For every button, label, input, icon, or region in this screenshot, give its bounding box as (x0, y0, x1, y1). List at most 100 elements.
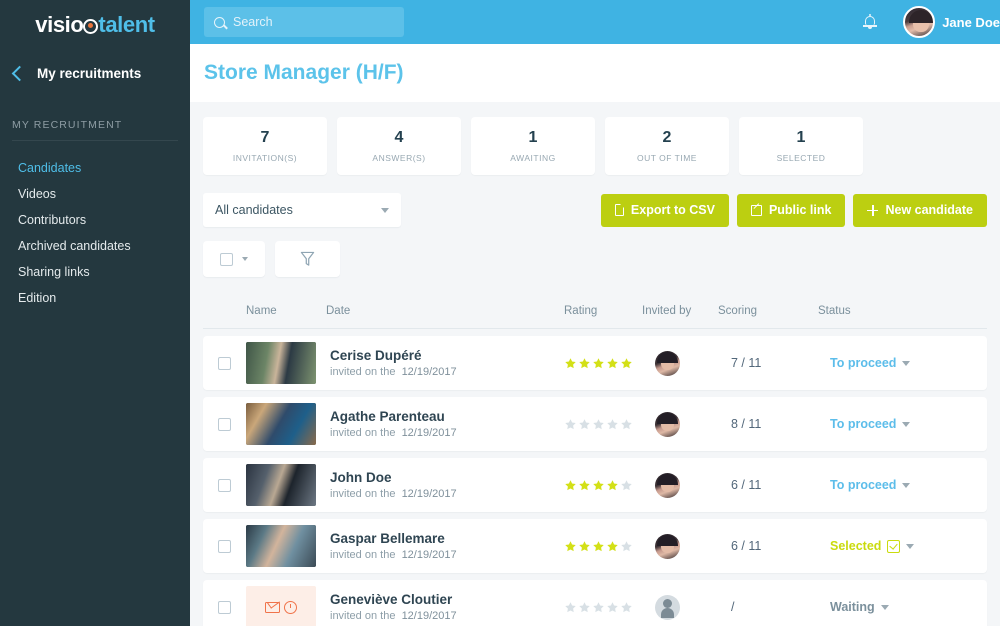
star-icon[interactable] (620, 357, 633, 370)
status-label: To proceed (830, 417, 897, 431)
star-icon[interactable] (578, 418, 591, 431)
row-thumbnail-cell (246, 464, 326, 506)
app-logo[interactable]: visio talent (0, 0, 190, 44)
candidate-invited-date: invited on the 12/19/2017 (330, 366, 457, 378)
table-row[interactable]: Agathe Parenteau invited on the 12/19/201… (203, 397, 987, 451)
star-icon[interactable] (620, 479, 633, 492)
candidate-rating[interactable] (564, 418, 642, 431)
candidate-invited-date: invited on the 12/19/2017 (330, 610, 457, 622)
stats-row: 7 INVITATION(S) 4 ANSWER(S) 1 AWAITING 2… (203, 117, 987, 175)
export-to-csv-button[interactable]: Export to CSV (600, 193, 729, 227)
select-all-dropdown[interactable] (203, 241, 265, 277)
star-icon[interactable] (564, 540, 577, 553)
chevron-down-icon (242, 257, 248, 261)
row-checkbox[interactable] (218, 478, 231, 492)
star-icon[interactable] (578, 479, 591, 492)
candidates-filter-select[interactable]: All candidates (203, 193, 401, 227)
sidebar-item-contributors[interactable]: Contributors (0, 207, 190, 233)
stat-card-out-of-time[interactable]: 2 OUT OF TIME (605, 117, 729, 175)
stat-card-selected[interactable]: 1 SELECTED (739, 117, 863, 175)
candidate-status-dropdown[interactable]: Selected (818, 539, 968, 553)
candidate-rating[interactable] (564, 479, 642, 492)
row-checkbox[interactable] (218, 356, 231, 370)
action-buttons: Export to CSV Public link New candidate (600, 193, 987, 227)
row-checkbox[interactable] (218, 539, 231, 553)
public-link-button[interactable]: Public link (736, 193, 846, 227)
star-icon[interactable] (578, 540, 591, 553)
star-icon[interactable] (606, 540, 619, 553)
topbar-right: Jane Doe (863, 0, 1000, 44)
star-icon[interactable] (564, 418, 577, 431)
candidate-pending-invite-icon (246, 586, 316, 626)
candidate-invited-by (642, 472, 718, 498)
chevron-down-icon (906, 543, 915, 549)
star-icon[interactable] (606, 601, 619, 614)
candidate-video-thumbnail[interactable] (246, 525, 316, 567)
star-icon[interactable] (564, 601, 577, 614)
search-placeholder: Search (233, 15, 273, 29)
row-checkbox-cell (203, 539, 246, 553)
select-all-checkbox[interactable] (220, 252, 233, 266)
search-input[interactable]: Search (204, 7, 404, 37)
star-icon[interactable] (578, 357, 591, 370)
sidebar-item-candidates[interactable]: Candidates (0, 155, 190, 181)
star-icon[interactable] (564, 357, 577, 370)
candidate-rating[interactable] (564, 357, 642, 370)
sidebar-item-sharing-links[interactable]: Sharing links (0, 259, 190, 285)
row-thumbnail-cell (246, 586, 326, 626)
table-row[interactable]: Gaspar Bellemare invited on the 12/19/201… (203, 519, 987, 573)
row-checkbox[interactable] (218, 417, 231, 431)
stat-label: OUT OF TIME (637, 152, 697, 163)
search-icon (214, 16, 225, 28)
new-candidate-button[interactable]: New candidate (853, 193, 987, 227)
sidebar-item-edition[interactable]: Edition (0, 285, 190, 311)
candidate-status-dropdown[interactable]: To proceed (818, 356, 968, 370)
candidate-status-dropdown[interactable]: To proceed (818, 478, 968, 492)
star-icon[interactable] (592, 479, 605, 492)
sidebar-item-videos[interactable]: Videos (0, 181, 190, 207)
table-row[interactable]: Cerise Dupéré invited on the 12/19/2017 7 … (203, 336, 987, 390)
stat-card-awaiting[interactable]: 1 AWAITING (471, 117, 595, 175)
star-icon[interactable] (592, 418, 605, 431)
logo-text-primary: visio (35, 12, 84, 37)
star-icon[interactable] (564, 479, 577, 492)
star-icon[interactable] (592, 357, 605, 370)
plus-icon (867, 204, 879, 216)
status-label: Selected (830, 539, 882, 553)
star-icon[interactable] (606, 479, 619, 492)
stat-value: 7 (260, 129, 270, 147)
envelope-icon (265, 601, 280, 613)
star-icon[interactable] (620, 418, 633, 431)
header-name: Name (246, 304, 277, 317)
user-menu[interactable]: Jane Doe (903, 6, 1000, 38)
filter-button[interactable] (275, 241, 340, 277)
star-icon[interactable] (620, 601, 633, 614)
candidate-video-thumbnail[interactable] (246, 342, 316, 384)
candidate-video-thumbnail[interactable] (246, 464, 316, 506)
table-row[interactable]: John Doe invited on the 12/19/2017 6 / 11 T… (203, 458, 987, 512)
candidate-rating[interactable] (564, 540, 642, 553)
candidate-invited-by (642, 594, 718, 620)
stat-card-invitations[interactable]: 7 INVITATION(S) (203, 117, 327, 175)
star-icon[interactable] (592, 601, 605, 614)
star-icon[interactable] (606, 418, 619, 431)
candidate-rating[interactable] (564, 601, 642, 614)
star-icon[interactable] (592, 540, 605, 553)
star-icon[interactable] (620, 540, 633, 553)
candidate-status-dropdown[interactable]: Waiting (818, 600, 968, 614)
chevron-down-icon (902, 360, 911, 366)
table-row[interactable]: Geneviève Cloutier invited on the 12/19/2… (203, 580, 987, 626)
page-content: 7 INVITATION(S) 4 ANSWER(S) 1 AWAITING 2… (190, 102, 1000, 626)
candidate-video-thumbnail[interactable] (246, 403, 316, 445)
star-icon[interactable] (578, 601, 591, 614)
notifications-bell-icon[interactable] (863, 14, 878, 29)
candidate-status-dropdown[interactable]: To proceed (818, 417, 968, 431)
back-to-recruitments-link[interactable]: My recruitments (0, 44, 190, 82)
row-identity-cell: John Doe invited on the 12/19/2017 (326, 470, 564, 500)
star-icon[interactable] (606, 357, 619, 370)
row-thumbnail-cell (246, 342, 326, 384)
row-checkbox[interactable] (218, 600, 231, 614)
row-identity-cell: Agathe Parenteau invited on the 12/19/201… (326, 409, 564, 439)
stat-card-answers[interactable]: 4 ANSWER(S) (337, 117, 461, 175)
sidebar-item-archived-candidates[interactable]: Archived candidates (0, 233, 190, 259)
